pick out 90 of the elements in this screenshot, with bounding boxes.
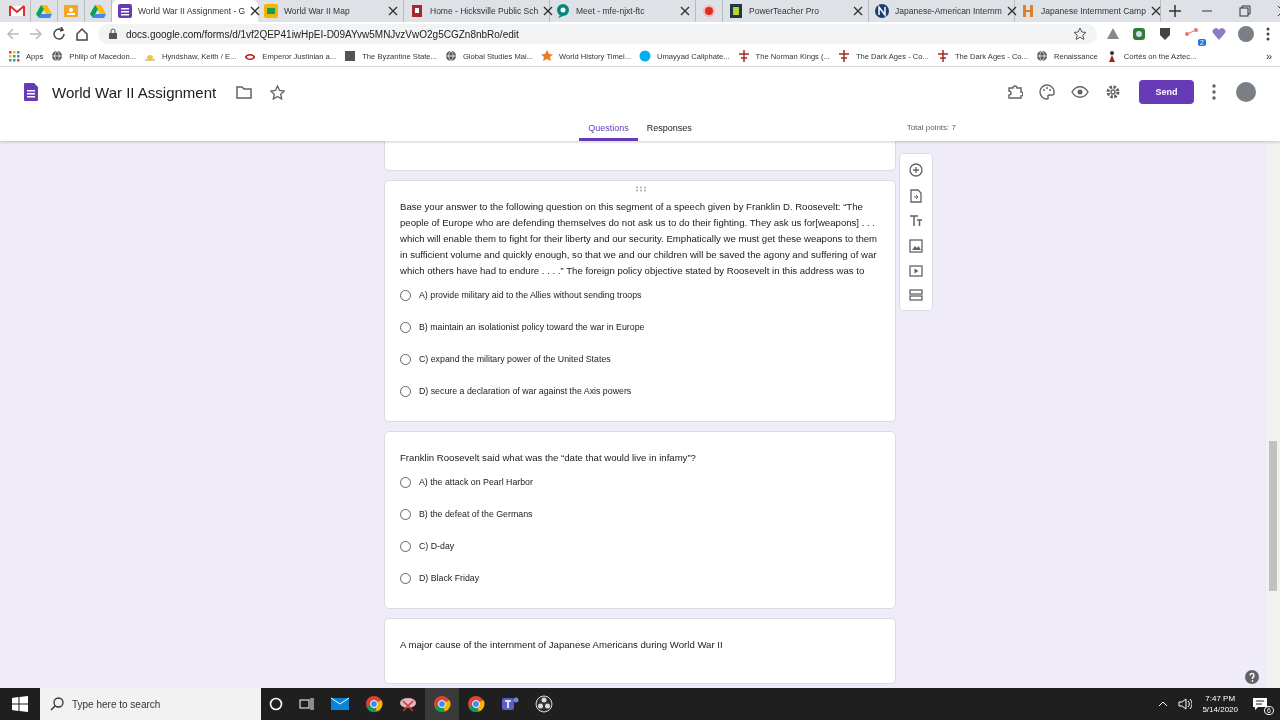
globe-icon <box>444 50 457 62</box>
more-vert-icon[interactable] <box>1212 84 1216 100</box>
close-icon[interactable] <box>388 6 398 16</box>
chrome-icon[interactable] <box>467 695 485 713</box>
settings-icon[interactable] <box>1105 84 1121 100</box>
question-text: Franklin Roosevelt said what was the “date that would live in infamy”? <box>400 451 697 465</box>
circle-icon[interactable] <box>269 697 283 711</box>
chrome-icon[interactable] <box>433 695 451 713</box>
obs-icon[interactable] <box>535 695 553 713</box>
triangle-icon <box>36 3 52 19</box>
school-icon <box>409 3 425 19</box>
eye-icon[interactable] <box>1071 86 1089 98</box>
avatar[interactable] <box>1238 26 1254 42</box>
scrollbar[interactable] <box>1266 141 1280 688</box>
speech-bubble-icon <box>555 3 571 19</box>
square-icon <box>344 50 357 62</box>
star-icon[interactable] <box>1073 27 1087 41</box>
question-text: Base your answer to the following question on this segment of a speech given by Franklin D. Roosevelt: “The people of Europe who are defending themselves do not ask us to do their fighting. They ask us for[weapons] . . . which will enable them to fight for their liberty and our security. Emphatically we must get these weapons to them in sufficient volume and quickly enough, so that we and our children will be saved the agony and suffering of war which others have had to endure . . . .” The foreign policy objective stated by Roosevelt in this address was to <box>400 200 879 278</box>
puzzle-icon[interactable] <box>1007 84 1023 100</box>
forms-icon <box>24 83 38 101</box>
classroom-icon <box>63 3 79 19</box>
close-icon[interactable] <box>680 6 690 16</box>
text-size-icon[interactable] <box>909 215 923 227</box>
help-icon[interactable] <box>1245 670 1259 684</box>
chevron-up-icon[interactable] <box>1158 701 1169 707</box>
windows-logo-icon[interactable] <box>12 696 28 712</box>
more-bookmarks-button[interactable]: » <box>1259 50 1272 62</box>
cross-icon <box>936 50 949 62</box>
home-icon[interactable] <box>75 27 89 41</box>
slides-icon <box>263 3 279 19</box>
close-icon[interactable] <box>1150 6 1161 16</box>
total-points: Total points: 7 <box>906 123 956 132</box>
record-icon <box>701 3 717 19</box>
browser-tab[interactable]: World War II Assignment - G <box>112 0 258 22</box>
plus-icon[interactable] <box>1169 5 1181 17</box>
reload-icon[interactable] <box>52 27 66 41</box>
notification-icon[interactable] <box>1252 697 1268 711</box>
forms-icon <box>117 3 133 19</box>
cross-icon <box>837 50 850 62</box>
mail-icon[interactable] <box>331 697 349 711</box>
form-title[interactable]: World War II Assignment <box>52 83 217 101</box>
apps-grid-icon <box>8 50 20 62</box>
document-arrow-icon[interactable] <box>910 189 922 203</box>
option-label: D) Black Friday <box>419 573 480 583</box>
gmail-icon <box>9 3 25 19</box>
palette-icon[interactable] <box>1039 84 1055 100</box>
task-view-icon[interactable] <box>299 697 315 711</box>
close-icon[interactable] <box>543 6 554 16</box>
option-label: B) maintain an isolationist policy toward the war in Europe <box>419 322 645 332</box>
chrome-icon[interactable] <box>365 695 383 713</box>
video-icon[interactable] <box>909 265 923 277</box>
extension-icon[interactable] <box>1132 27 1146 41</box>
option-label: C) D-day <box>419 541 455 551</box>
send-button[interactable]: Send <box>1139 80 1194 104</box>
star-icon[interactable] <box>270 84 286 100</box>
option-label: A) provide military aid to the Allies without sending troops <box>419 290 642 300</box>
search-field[interactable]: Type here to search <box>40 688 261 720</box>
heart-icon[interactable] <box>1212 27 1226 41</box>
avatar[interactable] <box>1236 82 1256 102</box>
option-label: C) expand the military power of the United States <box>419 354 611 364</box>
close-icon[interactable] <box>250 6 261 16</box>
close-icon[interactable] <box>853 6 863 16</box>
image-icon[interactable] <box>909 239 923 253</box>
star-icon <box>541 50 553 62</box>
triangle-icon <box>90 3 106 19</box>
globe-icon <box>1035 50 1048 62</box>
clock[interactable]: 7:47 PM 5/14/2020 <box>1202 694 1238 714</box>
letter-circle-icon <box>874 3 890 19</box>
question-text: A major cause of the internment of Japanese Americans during World War II <box>400 638 724 652</box>
section-icon[interactable] <box>909 289 923 301</box>
option-label: A) the attack on Pearl Harbor <box>419 477 533 487</box>
close-icon[interactable] <box>1006 6 1017 16</box>
option-label: B) the defeat of the Germans <box>419 509 533 519</box>
teams-icon[interactable] <box>501 695 519 713</box>
shield-icon[interactable] <box>1158 27 1172 41</box>
letter-h-icon <box>1020 3 1036 19</box>
address-field[interactable]: docs.google.com/forms/d/1vf2QEP41iwHpEI-D09AYvw5MNJvzVwO2g5CGZn8nbRo/edit <box>98 24 1097 44</box>
add-circle-icon[interactable] <box>909 163 923 177</box>
lock-icon <box>108 28 118 40</box>
speaker-icon[interactable] <box>1178 698 1193 710</box>
option-label: D) secure a declaration of war against the Axis powers <box>419 386 632 396</box>
restore-icon[interactable] <box>1239 5 1251 17</box>
triangle-icon[interactable] <box>1106 27 1120 41</box>
cross-icon <box>737 50 750 62</box>
form-tab[interactable]: Responses <box>637 117 701 141</box>
snipping-tool-icon[interactable] <box>399 695 417 713</box>
search-icon <box>50 697 64 711</box>
more-vert-icon[interactable] <box>1266 27 1270 41</box>
folder-icon[interactable] <box>236 85 253 99</box>
globe-icon <box>51 50 64 62</box>
